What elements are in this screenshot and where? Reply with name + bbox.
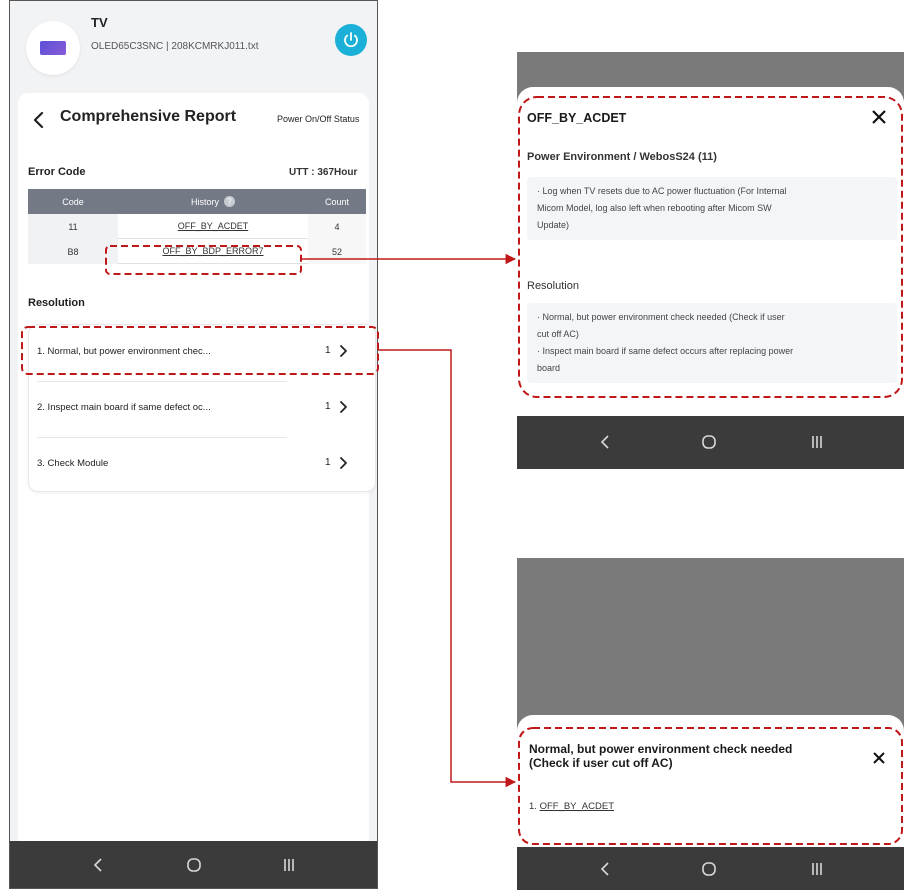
resolution-item-count: 1 [325,345,331,356]
description-line: Micom Model, log also left when rebootin… [537,203,772,213]
code-cell: 11 [28,214,118,239]
code-cell: B8 [28,239,118,264]
resolution-detail-screenshot: Normal, but power environment check need… [517,558,904,890]
report-card: Comprehensive Report Power On/Off Status… [18,93,376,841]
error-detail-title: OFF_BY_ACDET [527,111,627,125]
nav-back-icon[interactable] [599,434,611,450]
error-detail-sheet: OFF_BY_ACDET Power Environment / WebosS2… [517,87,904,416]
count-cell: 4 [308,214,366,239]
related-error-item: 1. OFF_BY_ACDET [529,801,614,812]
nav-recents-icon[interactable] [810,862,824,876]
description-box: · Log when TV resets due to AC power flu… [527,177,897,240]
table-header: Code History ? Count [28,189,366,214]
column-header-count: Count [324,196,350,207]
error-code-table: Code History ? Count 11 OFF_BY_ACDET 4 B… [28,189,366,264]
history-link[interactable]: OFF_BY_ACDET [178,221,249,231]
resolution-list: 1. Normal, but power environment chec...… [28,324,376,492]
resolution-line: board [537,363,561,373]
close-icon[interactable] [872,751,886,765]
resolution-line: cut off AC) [537,329,579,339]
resolution-item-count: 1 [325,457,331,468]
device-name: TV [91,15,108,30]
system-nav-bar [10,841,377,888]
resolution-line: · Normal, but power environment check ne… [537,312,785,322]
history-cell: OFF_BY_ACDET [118,214,308,239]
count-cell: 52 [308,239,366,264]
nav-back-icon[interactable] [599,861,611,877]
system-nav-bar [517,847,904,890]
resolution-item-text: 3. Check Module [37,458,109,469]
tv-device-icon [26,21,80,75]
error-detail-screenshot: OFF_BY_ACDET Power Environment / WebosS2… [517,52,904,469]
resolution-item[interactable]: 2. Inspect main board if same defect oc.… [29,381,375,437]
resolution-detail-title: Normal, but power environment check need… [529,742,849,770]
page-title: Comprehensive Report [60,108,237,125]
close-icon[interactable] [871,109,887,125]
history-header-label: History [190,196,219,207]
description-line: · Log when TV resets due to AC power flu… [537,186,787,196]
table-row: 11 OFF_BY_ACDET 4 [28,214,366,239]
resolution-detail-sheet: Normal, but power environment check need… [517,715,904,847]
help-icon[interactable]: ? [224,196,235,207]
nav-back-icon[interactable] [92,857,104,873]
chevron-right-icon [340,345,347,357]
environment-title: Power Environment / WebosS24 (11) [527,151,717,163]
resolution-title-line: Normal, but power environment check need… [529,742,793,756]
connector-arrow [378,349,517,788]
error-code-heading: Error Code [28,166,86,178]
power-button[interactable] [335,24,367,56]
related-error-link[interactable]: OFF_BY_ACDET [540,801,614,812]
device-model: OLED65C3SNC | 208KCMRKJ011.txt [91,41,259,52]
power-icon [344,32,358,48]
nav-home-icon[interactable] [701,861,717,877]
device-header: TV OLED65C3SNC | 208KCMRKJ011.txt [10,1,377,87]
chevron-right-icon [340,457,347,469]
nav-recents-icon[interactable] [810,435,824,449]
system-nav-bar [517,416,904,469]
description-line: Update) [537,220,570,230]
resolution-line: · Inspect main board if same defect occu… [537,346,794,356]
column-header-history: History ? [118,189,308,214]
history-link[interactable]: OFF_BY_BDP_ERROR7 [162,246,263,256]
resolution-heading: Resolution [28,297,85,309]
resolution-item[interactable]: 3. Check Module 1 [29,437,375,493]
chevron-left-icon[interactable] [30,109,48,131]
power-status-link[interactable]: Power On/Off Status [277,114,359,124]
nav-recents-icon[interactable] [282,858,296,872]
resolution-box: · Normal, but power environment check ne… [527,303,897,383]
resolution-title-line: (Check if user cut off AC) [529,756,673,770]
utt-value: UTT : 367Hour [289,167,358,178]
column-header-code: Code [62,196,84,207]
resolution-item[interactable]: 1. Normal, but power environment chec...… [29,325,375,381]
resolution-item-count: 1 [325,401,331,412]
resolution-item-text: 2. Inspect main board if same defect oc.… [37,402,211,413]
nav-home-icon[interactable] [701,434,717,450]
resolution-item-text: 1. Normal, but power environment chec... [37,346,211,357]
main-phone-screen: TV OLED65C3SNC | 208KCMRKJ011.txt Compre… [9,0,378,889]
chevron-right-icon [340,401,347,413]
resolution-title: Resolution [527,280,579,292]
item-index: 1. [529,801,540,812]
history-cell: OFF_BY_BDP_ERROR7 [118,239,308,264]
table-row: B8 OFF_BY_BDP_ERROR7 52 [28,239,366,264]
nav-home-icon[interactable] [186,857,202,873]
